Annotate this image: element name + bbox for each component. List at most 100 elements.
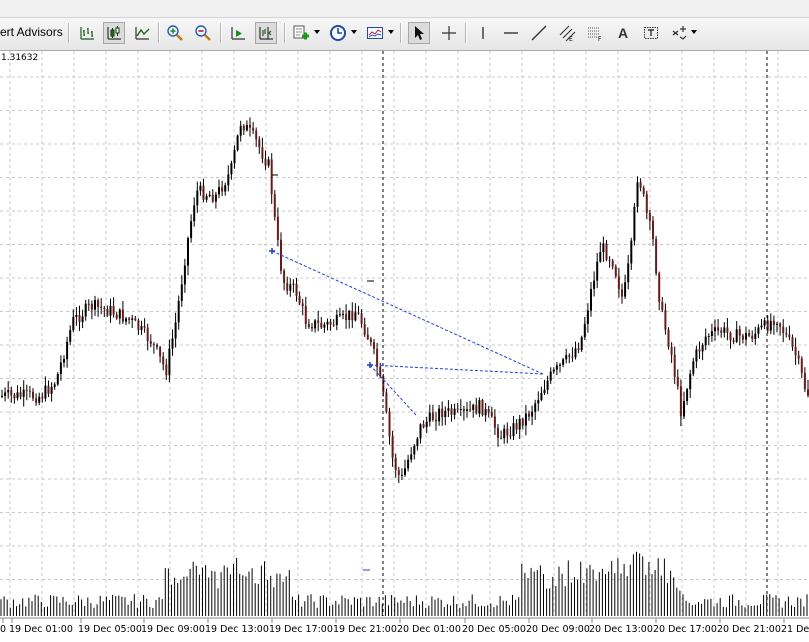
- text-label-icon[interactable]: [640, 22, 662, 44]
- candle-body: [425, 421, 428, 428]
- candle-body: [438, 408, 441, 422]
- crosshair-icon[interactable]: [438, 22, 460, 44]
- arrows-dropdown-arrow[interactable]: [691, 30, 697, 34]
- time-label: 19 Dec 13:00: [205, 624, 269, 635]
- candle-body: [596, 261, 599, 281]
- candle-body: [602, 243, 605, 253]
- candle-body: [357, 312, 360, 314]
- candle-body: [493, 416, 496, 428]
- candle-body: [63, 359, 65, 363]
- candle-body: [382, 376, 385, 393]
- candle-body: [1, 395, 3, 397]
- indicators-dropdown-arrow[interactable]: [314, 30, 320, 34]
- candle-body: [32, 391, 34, 399]
- candle-body: [500, 437, 503, 439]
- candle-body: [431, 412, 434, 420]
- price-chart[interactable]: 0 19 Dec 01:00 19 Dec 05:00 19 Dec 09:00 19 …: [0, 51, 809, 637]
- candle-body: [143, 326, 146, 328]
- indicators-icon[interactable]: [290, 22, 312, 44]
- expert-advisors-button[interactable]: ert Advisors: [0, 25, 63, 39]
- candle-body: [509, 435, 512, 437]
- candle-body: [165, 364, 168, 376]
- candle-body: [748, 333, 751, 336]
- candle-body: [252, 127, 255, 131]
- candle-body: [388, 411, 391, 437]
- time-axis: 0 19 Dec 01:00 19 Dec 05:00 19 Dec 09:00 19 …: [0, 617, 809, 635]
- chart-toolbar: ert Advisors E F A: [0, 18, 809, 51]
- autoscroll-icon[interactable]: [227, 22, 249, 44]
- candle-body: [78, 314, 81, 323]
- candle-body: [345, 313, 348, 320]
- trendline-icon[interactable]: [528, 22, 550, 44]
- equidistant-channel-icon[interactable]: E: [556, 22, 578, 44]
- text-icon[interactable]: A: [612, 22, 634, 44]
- candle-body: [249, 124, 251, 128]
- candle-body: [537, 399, 540, 404]
- periods-icon[interactable]: [327, 22, 349, 44]
- candle-body: [568, 355, 571, 357]
- candle-body: [7, 390, 10, 393]
- candle-body: [413, 445, 416, 455]
- candle-body: [655, 238, 658, 274]
- trendline: [271, 250, 544, 375]
- time-label: 20 Dec 13:00: [589, 624, 653, 635]
- candle-body: [385, 392, 388, 412]
- candle-body: [521, 418, 524, 426]
- candle-body: [177, 300, 180, 323]
- candle-body: [159, 347, 162, 357]
- candle-body: [276, 216, 279, 240]
- templates-icon[interactable]: [364, 22, 386, 44]
- time-label: 19 Dec 17:00: [269, 624, 333, 635]
- candle-body: [785, 332, 788, 335]
- candle-body: [583, 323, 586, 338]
- candle-body: [487, 409, 490, 413]
- candle-body: [531, 411, 534, 417]
- candle-body: [38, 396, 41, 403]
- zoom-in-icon[interactable]: [164, 22, 186, 44]
- vertical-line-icon[interactable]: [472, 22, 494, 44]
- candle-body: [286, 283, 289, 291]
- arrows-icon[interactable]: [668, 22, 690, 44]
- chart-overlays: [269, 51, 768, 616]
- horizontal-line-icon[interactable]: [500, 22, 522, 44]
- toolbar-separator: [158, 23, 160, 43]
- candle-body: [428, 412, 431, 422]
- candle-body: [317, 320, 320, 323]
- candle-body: [221, 187, 224, 192]
- candle-body: [267, 159, 270, 166]
- zoom-out-icon[interactable]: [192, 22, 214, 44]
- line-chart-icon[interactable]: [131, 22, 153, 44]
- candle-body: [128, 318, 131, 320]
- candle-body: [264, 158, 267, 166]
- candle-body: [199, 185, 202, 191]
- templates-dropdown-arrow[interactable]: [388, 30, 394, 34]
- candle-body: [782, 326, 785, 333]
- candle-body: [56, 373, 59, 385]
- cursor-icon[interactable]: [408, 22, 430, 44]
- candle-body: [717, 327, 720, 331]
- candle-body: [84, 303, 87, 317]
- candle-body: [692, 361, 695, 374]
- chart-canvas[interactable]: 0 19 Dec 01:00 19 Dec 05:00 19 Dec 09:00 19 …: [0, 51, 809, 637]
- candle-body: [183, 265, 186, 285]
- candle-body: [208, 194, 211, 197]
- candle-body: [44, 385, 47, 399]
- candle-body: [332, 324, 335, 326]
- candle-body: [571, 356, 574, 358]
- chart-shift-icon[interactable]: [255, 22, 277, 44]
- candle-body: [407, 459, 410, 469]
- candle-body: [639, 182, 642, 188]
- bar-chart-icon[interactable]: [76, 22, 98, 44]
- fibonacci-icon[interactable]: F: [584, 22, 606, 44]
- candle-body: [611, 260, 614, 267]
- candle-body: [140, 326, 143, 331]
- candle-body: [81, 316, 84, 323]
- svg-text:E: E: [569, 36, 573, 42]
- candlestick-chart-icon[interactable]: [103, 22, 125, 44]
- candle-body: [295, 283, 298, 296]
- periods-dropdown-arrow[interactable]: [351, 30, 357, 34]
- time-label: 20 Dec 05:00: [462, 624, 526, 635]
- candle-body: [329, 321, 332, 325]
- candle-body: [13, 394, 16, 399]
- candle-body: [453, 408, 456, 415]
